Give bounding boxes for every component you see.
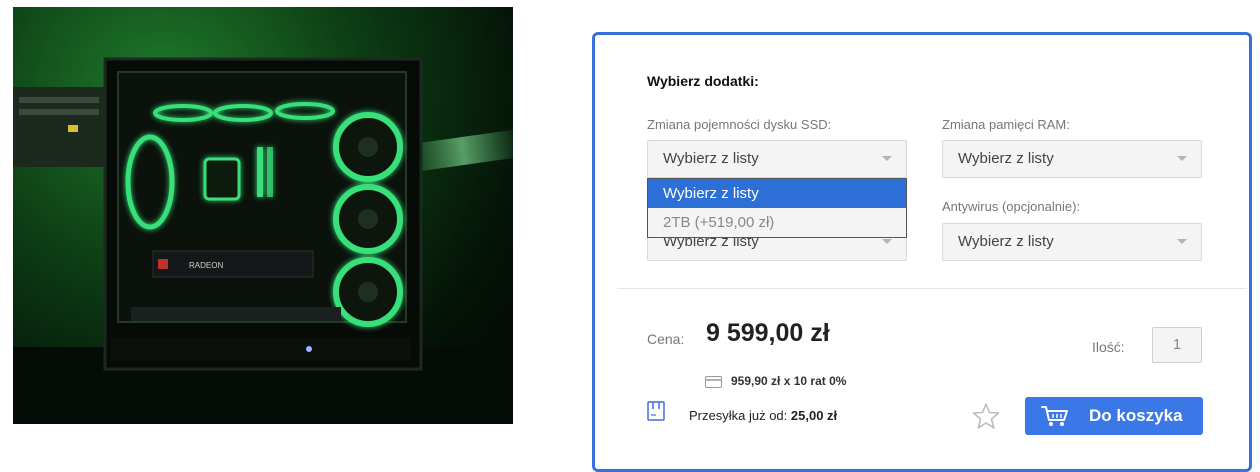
star-outline-icon[interactable] — [972, 402, 1000, 435]
ssd-option-default[interactable]: Wybierz z listy — [648, 179, 906, 208]
chevron-down-icon — [1177, 239, 1187, 244]
ram-label: Zmiana pamięci RAM: — [942, 117, 1070, 132]
gpu-brand-label: RADEON — [189, 261, 223, 270]
package-icon — [647, 401, 665, 426]
add-to-cart-button[interactable]: Do koszyka — [1025, 397, 1203, 435]
ram-select[interactable]: Wybierz z listy — [942, 140, 1202, 178]
price-label: Cena: — [647, 331, 685, 347]
ram-select-value: Wybierz z listy — [958, 150, 1054, 167]
ssd-label: Zmiana pojemności dysku SSD: — [647, 117, 832, 132]
ssd-option-2tb[interactable]: 2TB (+519,00 zł) — [648, 208, 906, 237]
ssd-select-value: Wybierz z listy — [663, 150, 759, 167]
order-panel: Wybierz dodatki: Zmiana pojemności dysku… — [592, 32, 1252, 472]
quantity-label: Ilość: — [1092, 339, 1125, 355]
addons-title: Wybierz dodatki: — [647, 73, 759, 89]
pc-case-illustration: RADEON — [13, 57, 513, 424]
price-value: 9 599,00 zł — [706, 319, 830, 347]
shipping-price: 25,00 zł — [790, 408, 838, 423]
product-image: RADEON — [13, 7, 513, 424]
installment-info[interactable]: 959,90 zł x 10 rat 0% — [731, 374, 846, 388]
chevron-down-icon — [882, 156, 892, 161]
cart-icon — [1041, 405, 1069, 432]
antivirus-select-value: Wybierz z listy — [958, 233, 1054, 250]
credit-card-icon — [705, 375, 722, 393]
add-to-cart-label: Do koszyka — [1089, 406, 1183, 425]
chevron-down-icon — [882, 239, 892, 244]
shipping-info: Przesyłka już od: 25,00 zł — [689, 408, 837, 423]
shipping-label: Przesyłka już od: — [689, 408, 788, 423]
antivirus-select[interactable]: Wybierz z listy — [942, 223, 1202, 261]
quantity-input[interactable]: 1 — [1152, 327, 1202, 363]
ssd-select[interactable]: Wybierz z listy — [647, 140, 907, 178]
ssd-dropdown-list: Wybierz z listy 2TB (+519,00 zł) — [647, 178, 907, 238]
chevron-down-icon — [1177, 156, 1187, 161]
antivirus-label: Antywirus (opcjonalnie): — [942, 199, 1081, 214]
section-divider — [617, 288, 1247, 289]
